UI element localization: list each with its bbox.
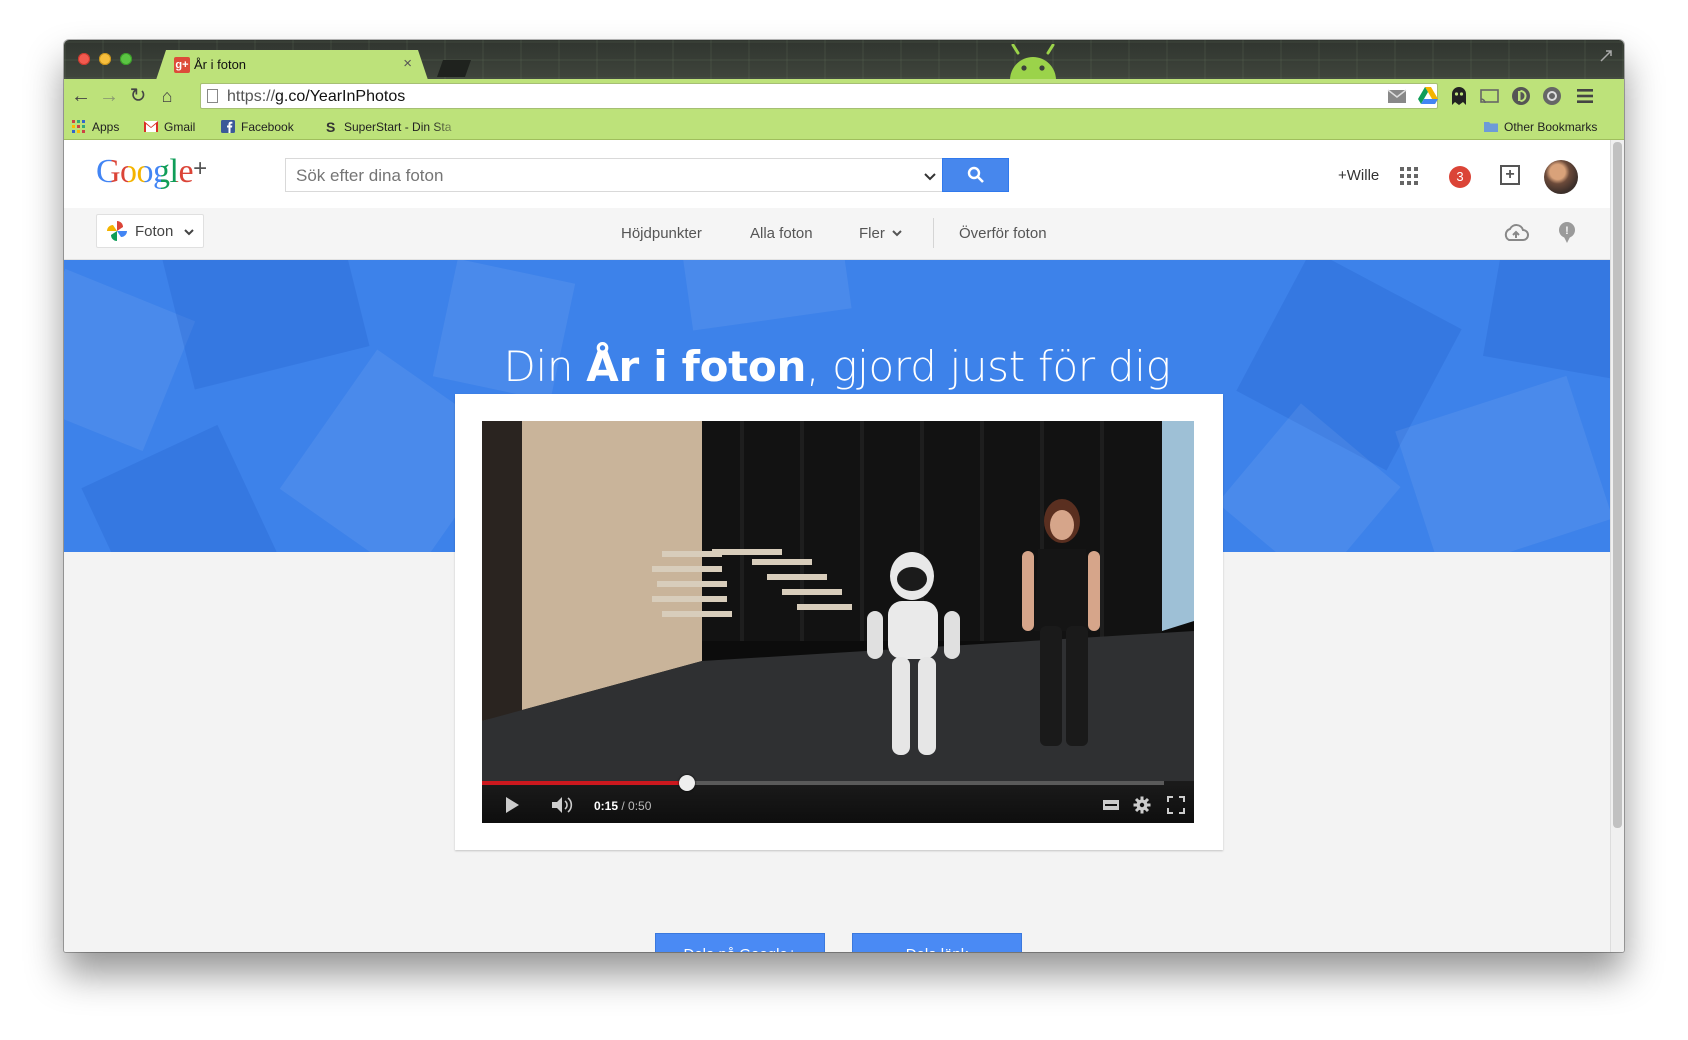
volume-icon[interactable] <box>550 795 574 815</box>
share-gplus-button[interactable]: Dela på Google+ <box>655 933 825 952</box>
new-tab-button[interactable] <box>437 60 471 77</box>
facebook-icon <box>221 120 235 133</box>
chrome-menu-icon[interactable] <box>1574 85 1596 107</box>
minimize-window-icon[interactable] <box>99 53 111 65</box>
photos-pinwheel-icon <box>107 221 127 241</box>
tab-title: År i foton <box>194 57 247 72</box>
chevron-down-icon <box>184 229 194 236</box>
nav-divider <box>933 218 934 248</box>
reload-icon[interactable]: ↻ <box>127 85 149 107</box>
video-controls: 0:15 / 0:50 <box>482 775 1194 823</box>
google-plus-logo[interactable]: Google+ <box>96 153 207 191</box>
home-icon[interactable]: ⌂ <box>156 85 178 107</box>
captions-icon[interactable] <box>1102 798 1120 812</box>
svg-text:!: ! <box>1565 225 1569 237</box>
hero-pattern <box>81 424 277 552</box>
superstart-icon: S <box>326 120 335 133</box>
url-text: https://g.co/YearInPhotos <box>227 88 406 105</box>
video-card: 0:15 / 0:50 <box>455 394 1223 850</box>
bookmark-apps[interactable]: Apps <box>72 120 119 134</box>
gplus-header: Google+ +Wille 3 + <box>64 140 1610 208</box>
progress-handle[interactable] <box>678 775 695 791</box>
extension-d-icon[interactable] <box>1510 85 1532 107</box>
maximize-window-icon[interactable] <box>120 53 132 65</box>
forward-icon[interactable]: → <box>98 85 120 107</box>
feedback-icon[interactable]: ! <box>1555 220 1579 244</box>
scrollbar-thumb[interactable] <box>1613 142 1622 828</box>
back-icon[interactable]: ← <box>70 85 92 107</box>
tab-alla-foton[interactable]: Alla foton <box>750 225 813 242</box>
tab-hojdpunkter[interactable]: Höjdpunkter <box>621 225 702 242</box>
page-title: Din År i foton, gjord just för dig <box>503 342 1171 391</box>
gplus-favicon-icon: g+ <box>175 59 189 71</box>
hero-pattern <box>676 260 852 331</box>
auto-backup-icon[interactable] <box>1503 220 1529 246</box>
share-link-button[interactable]: Dela länk <box>852 933 1022 952</box>
bookmark-gmail[interactable]: Gmail <box>144 120 195 134</box>
app-switcher-label: Foton <box>135 223 174 240</box>
share-plus-icon[interactable]: + <box>1500 165 1520 185</box>
ghostery-icon[interactable] <box>1448 85 1470 107</box>
browser-window: g+ År i foton × ← → ↻ ⌂ https://g.co/Yea… <box>64 40 1624 952</box>
video-frame <box>482 421 1194 781</box>
photos-subnav: Foton Höjdpunkter Alla foton Fler Överfö… <box>64 208 1610 260</box>
search-icon <box>967 166 984 183</box>
avatar[interactable] <box>1544 160 1578 194</box>
bookmarks-bar: Apps Gmail Facebook S SuperStart - Din St… <box>64 115 1624 140</box>
chevron-down-icon <box>892 230 902 237</box>
mail-checker-icon[interactable] <box>1386 85 1408 107</box>
tab-overfor-foton[interactable]: Överför foton <box>959 225 1047 242</box>
bookmark-facebook[interactable]: Facebook <box>221 120 294 134</box>
extension-circle-icon[interactable] <box>1541 85 1563 107</box>
play-icon[interactable] <box>502 795 522 815</box>
close-window-icon[interactable] <box>78 53 90 65</box>
search-dropdown-icon[interactable] <box>923 169 937 183</box>
tab-fler[interactable]: Fler <box>859 225 903 242</box>
settings-gear-icon[interactable] <box>1133 796 1151 814</box>
apps-launcher-icon[interactable] <box>1400 167 1418 185</box>
profile-link[interactable]: +Wille <box>1338 167 1379 184</box>
video-player[interactable]: 0:15 / 0:50 <box>482 421 1194 823</box>
hero-pattern <box>1395 375 1610 552</box>
google-drive-icon[interactable] <box>1417 85 1439 107</box>
bookmark-other[interactable]: Other Bookmarks <box>1484 120 1597 134</box>
android-theme-icon <box>1010 44 1056 80</box>
app-switcher-button[interactable]: Foton <box>96 214 204 248</box>
tab-close-icon[interactable]: × <box>403 55 412 72</box>
folder-icon <box>1484 122 1498 132</box>
svg-text:S: S <box>326 120 335 133</box>
video-time: 0:15 / 0:50 <box>594 799 652 813</box>
scrollbar[interactable] <box>1610 140 1624 952</box>
fullscreen-window-icon[interactable] <box>1600 50 1612 62</box>
browser-tab[interactable]: g+ År i foton × <box>156 50 428 80</box>
notifications-badge[interactable]: 3 <box>1449 166 1471 188</box>
bookmark-superstart[interactable]: S SuperStart - Din Sta <box>324 120 468 134</box>
search-button[interactable] <box>942 158 1009 192</box>
search-box <box>285 158 943 193</box>
gmail-icon <box>144 121 158 132</box>
title-bar: g+ År i foton × <box>64 40 1624 80</box>
search-input[interactable] <box>286 159 898 193</box>
cast-icon[interactable] <box>1478 85 1500 107</box>
apps-grid-icon <box>72 120 85 133</box>
progress-fill <box>482 781 687 785</box>
page-icon <box>207 89 218 103</box>
address-bar[interactable]: https://g.co/YearInPhotos <box>200 83 1438 109</box>
fullscreen-icon[interactable] <box>1166 795 1186 815</box>
